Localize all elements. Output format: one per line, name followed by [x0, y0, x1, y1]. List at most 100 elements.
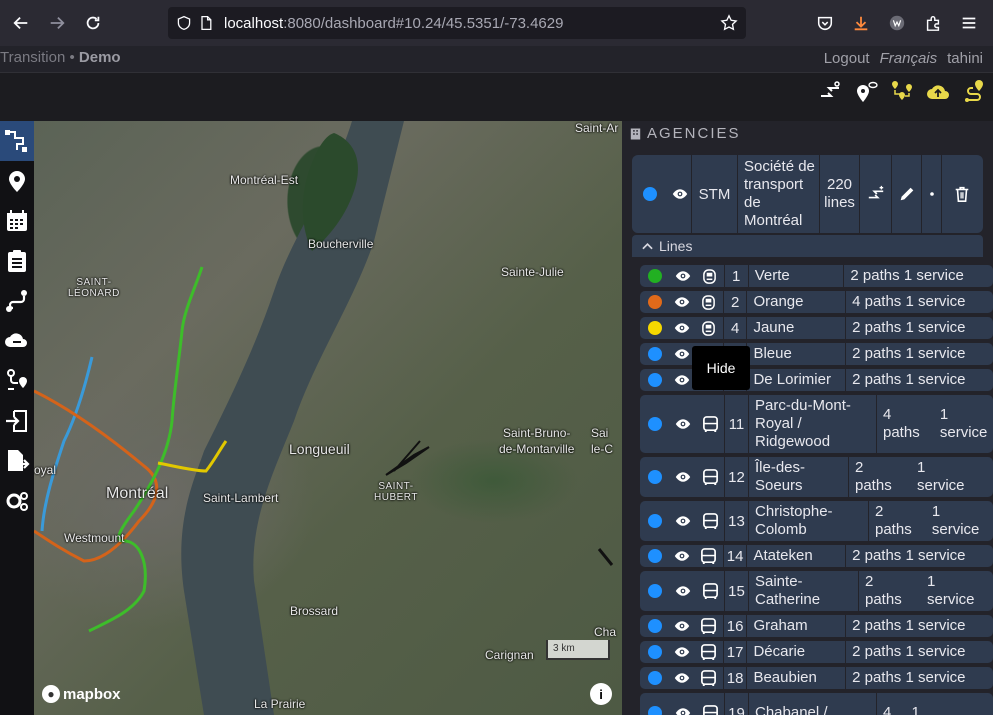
- menu-button[interactable]: [953, 8, 985, 38]
- map-label-saint-basile: Sai le-C: [591, 426, 614, 456]
- metro-icon: [702, 294, 716, 310]
- line-visibility-toggle[interactable]: [670, 641, 696, 663]
- pencil-icon: [900, 187, 913, 201]
- line-visibility-toggle[interactable]: [670, 615, 696, 637]
- eye-icon: [675, 516, 691, 526]
- line-name: Bleue: [746, 343, 845, 365]
- sidebar-item-services[interactable]: [0, 201, 34, 241]
- line-visibility-toggle[interactable]: [670, 317, 696, 339]
- browser-right-icons: [809, 8, 985, 38]
- line-row[interactable]: 14 Atateken 2 paths 1 service: [640, 545, 993, 567]
- line-visibility-toggle[interactable]: [670, 501, 696, 541]
- bus-icon: [702, 468, 718, 485]
- line-color-dot: [647, 295, 662, 309]
- sidebar-item-routing[interactable]: [0, 281, 34, 321]
- logout-link[interactable]: Logout: [824, 50, 870, 67]
- agency-color-dot: [643, 187, 657, 201]
- eye-icon: [675, 349, 690, 359]
- line-mode-cell: [695, 641, 723, 663]
- shield-icon[interactable]: [176, 15, 192, 31]
- sidebar-item-agencies[interactable]: [0, 121, 34, 161]
- line-row[interactable]: 11 Parc-du-Mont-Royal / Ridgewood 4 paths …: [640, 395, 993, 453]
- map-label-mont-royal: oyal: [34, 463, 57, 477]
- line-visibility-toggle[interactable]: [670, 265, 696, 287]
- gears-icon: [6, 492, 28, 511]
- url-bar[interactable]: localhost:8080/dashboard#10.24/45.5351/-…: [168, 7, 746, 39]
- agency-edit-button[interactable]: [892, 155, 922, 233]
- url-host: localhost: [224, 14, 284, 32]
- map-info-button[interactable]: i: [590, 683, 612, 705]
- eye-icon: [675, 375, 690, 385]
- line-visibility-toggle[interactable]: [670, 457, 696, 497]
- reload-button[interactable]: [76, 6, 110, 40]
- sidebar-item-accessibility[interactable]: [0, 361, 34, 401]
- line-name: Christophe-Colomb: [748, 501, 868, 541]
- line-row[interactable]: 4 Jaune 2 paths 1 service: [640, 317, 993, 339]
- line-number: 13: [724, 501, 748, 541]
- bus-icon: [701, 643, 717, 660]
- line-color-cell: [640, 265, 670, 287]
- line-visibility-toggle[interactable]: [670, 395, 696, 453]
- language-link[interactable]: Français: [880, 50, 938, 67]
- node-visibility-button[interactable]: [851, 77, 881, 107]
- line-row[interactable]: 1 Verte 2 paths 1 service: [640, 265, 993, 287]
- line-row[interactable]: 16 Graham 2 paths 1 service: [640, 615, 993, 637]
- agency-card[interactable]: STM Société de transport de Montréal 220…: [632, 155, 983, 233]
- map-label-longueuil: Longueuil: [289, 441, 350, 457]
- lines-toggle[interactable]: Lines: [632, 235, 983, 257]
- forward-button[interactable]: [40, 6, 74, 40]
- line-row[interactable]: 17 Décarie 2 paths 1 service: [640, 641, 993, 663]
- line-services: 1 service: [939, 406, 988, 441]
- reload-icon: [86, 16, 100, 30]
- account-button[interactable]: [881, 8, 913, 38]
- line-paths-services: 2 paths 1 service: [845, 641, 993, 663]
- line-visibility-toggle[interactable]: [670, 291, 696, 313]
- line-paths-services: 2 paths 1 service: [858, 571, 978, 611]
- extensions-button[interactable]: [917, 8, 949, 38]
- line-visibility-toggle[interactable]: [670, 571, 696, 611]
- agency-more-button[interactable]: [922, 155, 942, 233]
- sidebar-item-import[interactable]: [0, 401, 34, 441]
- paths-map-button[interactable]: [887, 77, 917, 107]
- line-row[interactable]: 2 Orange 4 paths 1 service: [640, 291, 993, 313]
- line-paths: 2 paths: [852, 345, 902, 362]
- sidebar-item-export[interactable]: [0, 441, 34, 481]
- bookmark-star-icon[interactable]: [720, 14, 738, 32]
- line-row[interactable]: 19 Chabanel /4 1: [640, 693, 993, 715]
- sidebar-item-scenarios[interactable]: [0, 241, 34, 281]
- sidebar-item-gtfs[interactable]: [0, 321, 34, 361]
- line-row[interactable]: 18 Beaubien 2 paths 1 service: [640, 667, 993, 689]
- sidebar-item-nodes[interactable]: [0, 161, 34, 201]
- line-color-cell: [640, 395, 670, 453]
- line-color-dot: [648, 584, 662, 598]
- user-link[interactable]: tahini: [947, 50, 983, 67]
- sidebar-item-preferences[interactable]: [0, 481, 34, 521]
- od-routing-button[interactable]: [815, 77, 845, 107]
- app-title-name: Demo: [78, 49, 121, 66]
- agency-duplicate-button[interactable]: [860, 155, 892, 233]
- map-label-chambly: Cha: [594, 625, 617, 639]
- routing-button[interactable]: [959, 77, 989, 107]
- download-icon: [854, 16, 868, 31]
- page-icon[interactable]: [198, 15, 214, 31]
- route-arrows-icon: [821, 81, 840, 97]
- downloads-button[interactable]: [845, 8, 877, 38]
- agency-visibility-toggle[interactable]: [668, 155, 692, 233]
- line-paths: 2 paths: [852, 547, 902, 564]
- pocket-button[interactable]: [809, 8, 841, 38]
- line-row[interactable]: 13 Christophe-Colomb 2 paths 1 service: [640, 501, 993, 541]
- line-mode-cell: [695, 615, 723, 637]
- browser-toolbar: localhost:8080/dashboard#10.24/45.5351/-…: [0, 0, 993, 46]
- back-button[interactable]: [4, 6, 38, 40]
- line-row[interactable]: 15 Sainte-Catherine 2 paths 1 service: [640, 571, 993, 611]
- map-view[interactable]: Saint-Ar Montréal-Est Boucherville Saint…: [34, 121, 622, 715]
- cloud-upload-button[interactable]: [923, 77, 953, 107]
- line-row[interactable]: 12 Île-des-Soeurs 2 paths 1 service: [640, 457, 993, 497]
- panel-title-text: AGENCIES: [647, 125, 741, 142]
- line-number: 19: [724, 693, 748, 715]
- line-visibility-toggle[interactable]: [670, 545, 696, 567]
- agency-delete-button[interactable]: [942, 155, 982, 233]
- line-visibility-toggle[interactable]: [670, 667, 696, 689]
- line-visibility-toggle[interactable]: [670, 693, 696, 715]
- mapbox-logo[interactable]: ● mapbox: [42, 685, 121, 703]
